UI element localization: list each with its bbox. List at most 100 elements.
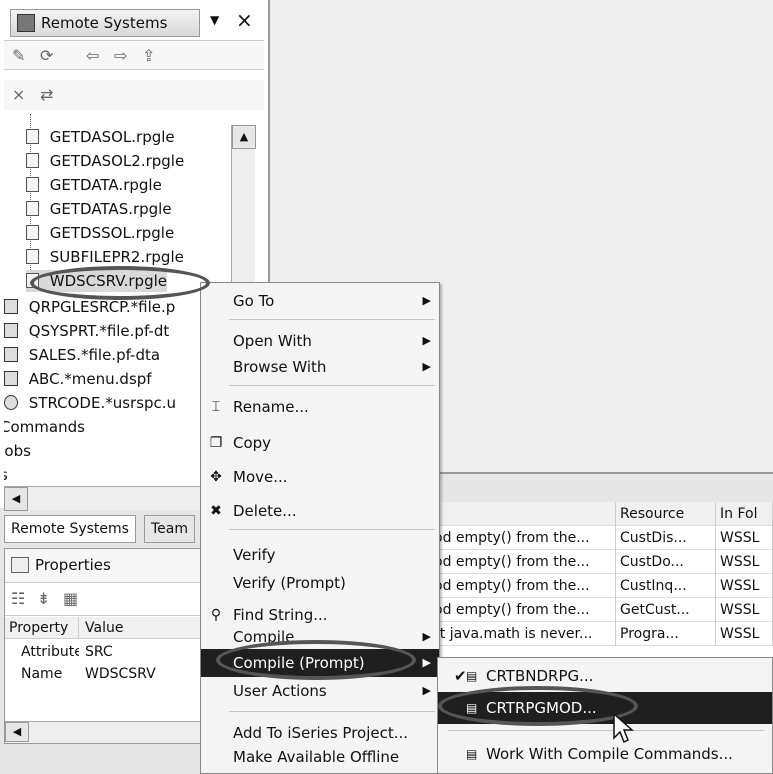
copy-icon: ❐ bbox=[209, 435, 223, 451]
user-space-icon bbox=[4, 395, 18, 410]
scroll-left-icon[interactable]: ◀ bbox=[5, 722, 29, 742]
menu-separator bbox=[229, 319, 435, 320]
menu-item-make-available-offline[interactable]: Make Available Offline bbox=[201, 743, 439, 771]
up-icon[interactable]: ⇪ bbox=[142, 46, 162, 65]
resource-cell: Progra... bbox=[616, 622, 716, 646]
forward-icon[interactable]: ⇨ bbox=[114, 46, 134, 65]
submenu-item-label: Work With Compile Commands... bbox=[486, 745, 733, 763]
close-icon[interactable]: × bbox=[236, 8, 253, 32]
folder-cell: WSSL bbox=[716, 574, 773, 598]
database-file-icon bbox=[4, 299, 18, 314]
categories-icon[interactable]: ☷ bbox=[11, 589, 31, 608]
column-header-folder[interactable]: In Fol bbox=[716, 502, 773, 526]
tree-item-label: SUBFILEPR2.rpgle bbox=[49, 248, 184, 266]
folder-cell: WSSL bbox=[716, 550, 773, 574]
tree-item[interactable]: GETDSSOL.rpgle bbox=[26, 222, 174, 244]
tree-item-label: GETDASOL2.rpgle bbox=[49, 152, 185, 170]
move-icon: ✥ bbox=[210, 469, 222, 485]
menu-item-rename[interactable]: ⌶ Rename... bbox=[201, 393, 439, 421]
tree-item[interactable]: QSYSPRT.*file.pf-dt bbox=[4, 320, 169, 342]
submenu-arrow-icon: ▶ bbox=[422, 294, 431, 307]
advanced-icon[interactable]: ▦ bbox=[63, 589, 83, 608]
tree-item-label: GETDASOL.rpgle bbox=[49, 128, 175, 146]
tree-item[interactable]: SUBFILEPR2.rpgle bbox=[26, 246, 184, 268]
new-connection-icon[interactable]: ✎ bbox=[12, 46, 32, 65]
find-icon: ⚲ bbox=[210, 607, 222, 623]
tree-item-label: ABC.*menu.dspf bbox=[28, 370, 152, 388]
tree-item[interactable]: s bbox=[4, 464, 8, 486]
remote-systems-tab[interactable]: Remote Systems bbox=[10, 9, 200, 37]
menu-item-delete[interactable]: ✖ Delete... bbox=[201, 497, 439, 525]
view-menu-chevron-icon[interactable]: ▼ bbox=[210, 13, 219, 27]
resource-cell: CustDis... bbox=[616, 526, 716, 550]
properties-title: Properties bbox=[35, 556, 111, 574]
menu-item-browse-with[interactable]: Browse With ▶ bbox=[201, 353, 439, 381]
menu-item-label: Find String... bbox=[233, 606, 328, 624]
resource-cell: GetCust... bbox=[616, 598, 716, 622]
tree-item[interactable]: ABC.*menu.dspf bbox=[4, 368, 152, 390]
tree-item[interactable]: Commands bbox=[4, 416, 85, 438]
menu-item-label: Verify bbox=[233, 546, 276, 564]
refresh-icon[interactable]: ⟳ bbox=[40, 46, 60, 65]
submenu-arrow-icon: ▶ bbox=[422, 684, 431, 697]
submenu-arrow-icon: ▶ bbox=[422, 630, 431, 643]
remote-systems-toolbar-2: ⨯ ⇄ bbox=[4, 80, 264, 110]
source-file-icon bbox=[26, 249, 39, 264]
description-cell: od empty() from the... bbox=[430, 526, 616, 550]
menu-item-label: Copy bbox=[233, 434, 272, 452]
tree-item[interactable]: SALES.*file.pf-dta bbox=[4, 344, 160, 366]
scroll-up-icon[interactable]: ▲ bbox=[232, 125, 256, 149]
tree-item[interactable]: GETDASOL.rpgle bbox=[26, 126, 175, 148]
properties-icon bbox=[11, 557, 29, 573]
mouse-cursor-icon bbox=[613, 712, 634, 744]
menu-item-verify[interactable]: Verify bbox=[201, 541, 439, 569]
submenu-arrow-icon: ▶ bbox=[422, 360, 431, 373]
menu-item-user-actions[interactable]: User Actions ▶ bbox=[201, 677, 439, 705]
tree-item-label: STRCODE.*usrspc.u bbox=[28, 394, 177, 412]
tree-item[interactable]: STRCODE.*usrspc.u bbox=[4, 392, 176, 414]
menu-item-find-string[interactable]: ⚲ Find String... bbox=[201, 601, 439, 629]
tree-item[interactable]: GETDATA.rpgle bbox=[26, 174, 162, 196]
menu-item-open-with[interactable]: Open With ▶ bbox=[201, 327, 439, 355]
menu-item-verify-prompt[interactable]: Verify (Prompt) bbox=[201, 569, 439, 597]
filter-icon[interactable]: ⇟ bbox=[37, 589, 57, 608]
link-with-editor-icon[interactable]: ⇄ bbox=[40, 85, 60, 104]
menu-item-go-to[interactable]: Go To ▶ bbox=[201, 287, 439, 315]
menu-separator bbox=[448, 730, 764, 731]
description-cell: od empty() from the... bbox=[430, 550, 616, 574]
back-icon[interactable]: ⇦ bbox=[86, 46, 106, 65]
tab-team[interactable]: Team bbox=[144, 515, 196, 543]
collapse-all-icon[interactable]: ⨯ bbox=[12, 85, 32, 104]
menu-separator bbox=[229, 529, 435, 530]
submenu-arrow-icon: ▶ bbox=[422, 334, 431, 347]
source-file-icon bbox=[26, 177, 39, 192]
command-icon: ▤ bbox=[466, 669, 478, 683]
menu-separator bbox=[229, 711, 435, 712]
tree-item-label: Commands bbox=[4, 418, 85, 436]
submenu-item-crtbndrpg[interactable]: ✔ ▤ CRTBNDRPG... bbox=[438, 660, 772, 692]
source-file-icon bbox=[26, 225, 39, 240]
delete-icon: ✖ bbox=[210, 503, 222, 519]
menu-item-label: Open With bbox=[233, 332, 312, 350]
tree-item[interactable]: Jobs bbox=[4, 440, 31, 462]
property-name: Attribute bbox=[21, 644, 79, 660]
submenu-arrow-icon: ▶ bbox=[422, 656, 431, 669]
tab-remote-systems[interactable]: Remote Systems bbox=[4, 515, 136, 543]
column-header-property[interactable]: Property bbox=[5, 617, 79, 639]
scroll-left-icon[interactable]: ◀ bbox=[4, 487, 28, 511]
resource-cell: CustDo... bbox=[616, 550, 716, 574]
tree-item-label: QRPGLESRCP.*file.p bbox=[28, 298, 176, 316]
submenu-item-work-with-compile-commands[interactable]: ▤ Work With Compile Commands... bbox=[438, 738, 772, 770]
folder-cell: WSSL bbox=[716, 598, 773, 622]
remote-systems-toolbar: ✎ ⟳ ⇦ ⇨ ⇪ bbox=[4, 40, 264, 70]
tree-item[interactable]: GETDASOL2.rpgle bbox=[26, 150, 184, 172]
tree-item-label: GETDATA.rpgle bbox=[49, 176, 162, 194]
tree-item[interactable]: GETDATAS.rpgle bbox=[26, 198, 172, 220]
source-file-icon bbox=[26, 201, 39, 216]
menu-item-move[interactable]: ✥ Move... bbox=[201, 463, 439, 491]
rename-icon: ⌶ bbox=[211, 399, 221, 415]
menu-item-label: Verify (Prompt) bbox=[233, 574, 346, 592]
column-header-resource[interactable]: Resource bbox=[616, 502, 716, 526]
tree-item[interactable]: QRPGLESRCP.*file.p bbox=[4, 296, 175, 318]
menu-item-copy[interactable]: ❐ Copy bbox=[201, 429, 439, 457]
